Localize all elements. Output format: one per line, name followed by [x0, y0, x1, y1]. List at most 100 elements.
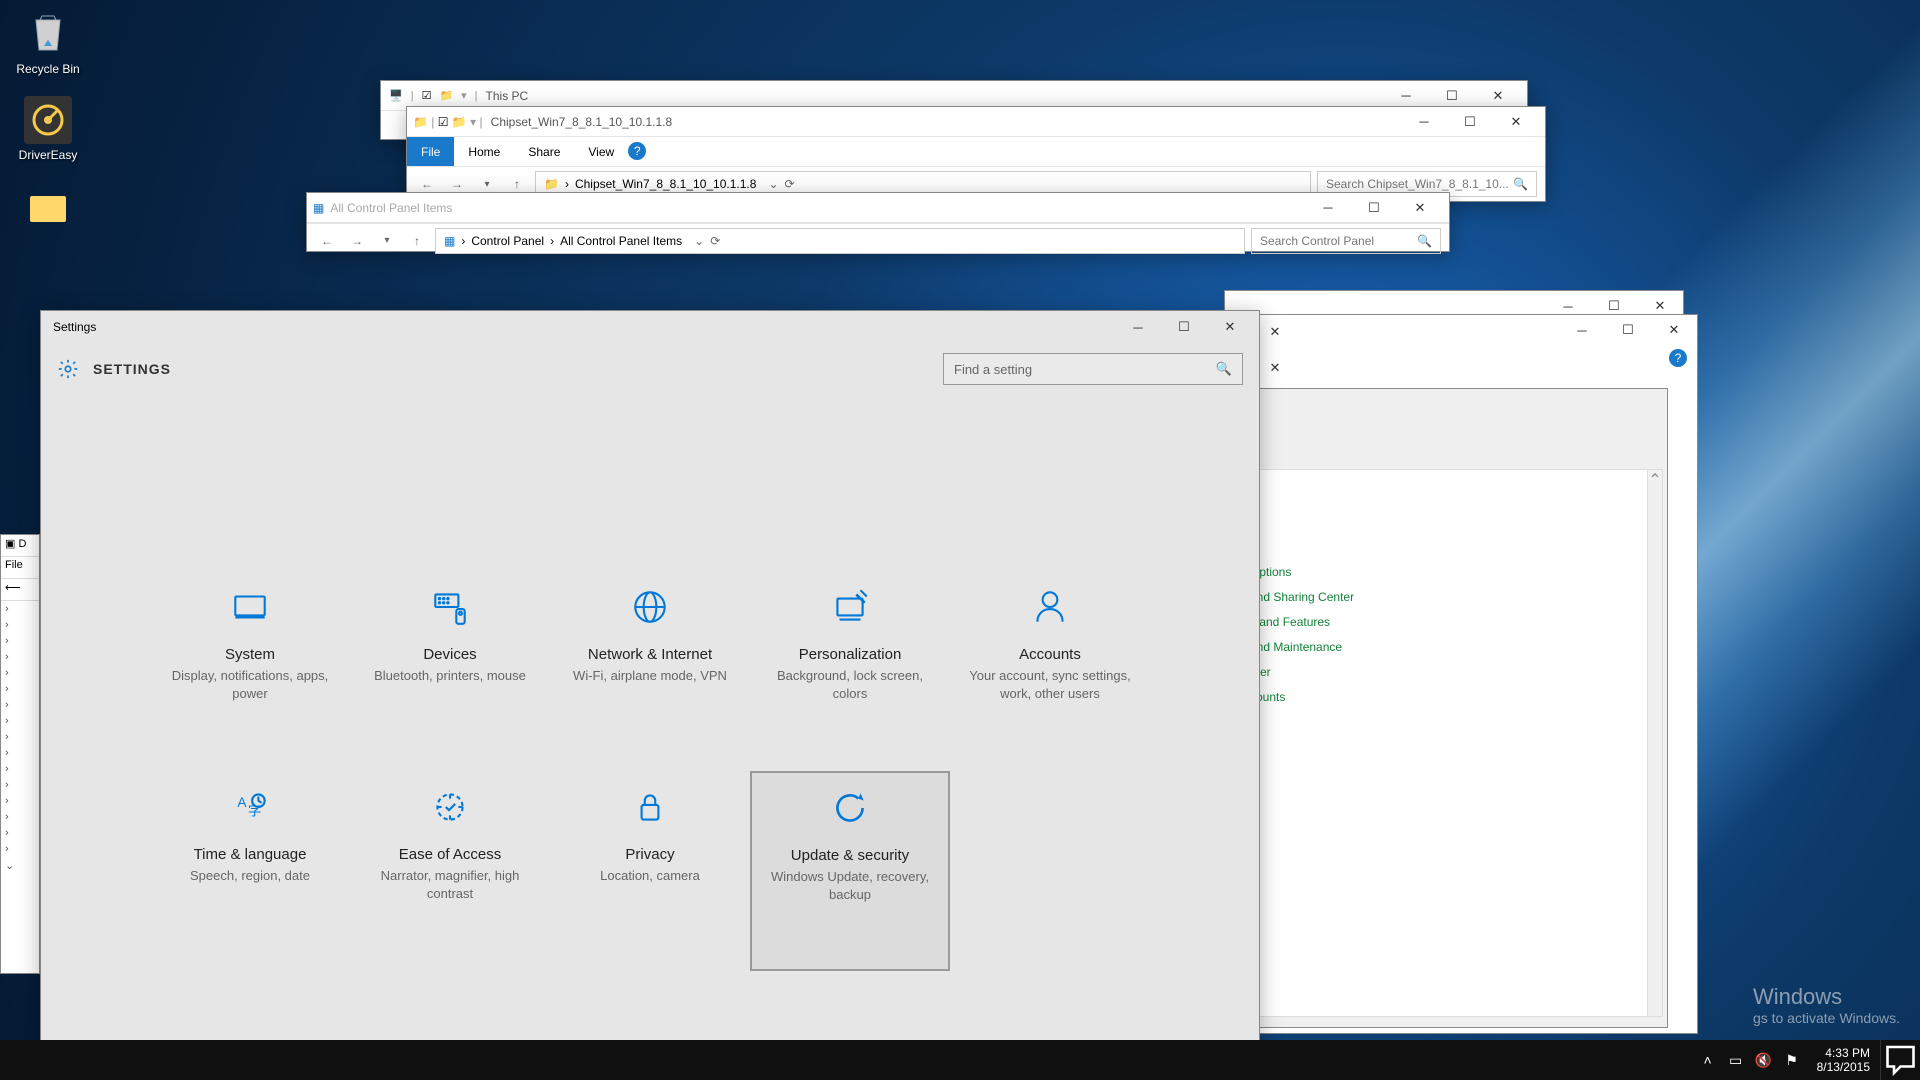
action-center-button[interactable] — [1880, 1040, 1920, 1080]
tile-title: Time & language — [194, 846, 307, 863]
activate-windows-watermark: Windows gs to activate Windows. — [1753, 984, 1900, 1026]
maximize-button[interactable]: ☐ — [1447, 107, 1493, 137]
cp-link[interactable]: and Maintenance — [1250, 635, 1354, 660]
tile-icon — [629, 786, 671, 828]
tree-view[interactable]: ››››››››››››››››⌄ — [1, 601, 39, 877]
help-icon[interactable]: ? — [628, 142, 646, 160]
minimize-button[interactable]: ─ — [1305, 193, 1351, 223]
close-button[interactable]: ✕ — [1397, 193, 1443, 223]
tab-view[interactable]: View — [574, 137, 628, 166]
taskbar[interactable]: ˄ ▭ 🔇 ⚑ 4:33 PM 8/13/2015 — [0, 1040, 1920, 1080]
tab-home[interactable]: Home — [454, 137, 514, 166]
window-control-panel[interactable]: ▦ All Control Panel Items ─ ☐ ✕ ← → ▾ ↑ … — [306, 192, 1450, 252]
cp-link[interactable]: nter — [1250, 660, 1354, 685]
refresh-icon[interactable]: ⟳ — [785, 177, 795, 191]
refresh-icon[interactable]: ⟳ — [710, 234, 720, 248]
breadcrumb[interactable]: Chipset_Win7_8_8.1_10_10.1.1.8 — [575, 177, 756, 191]
tile-title: Devices — [423, 646, 476, 663]
tile-title: Update & security — [791, 847, 909, 864]
minimize-button[interactable]: ─ — [1115, 312, 1161, 342]
tab-file[interactable]: File — [407, 137, 454, 166]
maximize-button[interactable]: ☐ — [1351, 193, 1397, 223]
cp-link[interactable]: Options — [1250, 560, 1354, 585]
minimize-button[interactable]: ─ — [1401, 107, 1447, 137]
help-icon[interactable]: ? — [1669, 349, 1687, 367]
folder-small-icon[interactable]: 📁 — [439, 89, 453, 102]
tile-title: Personalization — [799, 646, 902, 663]
page-title: SETTINGS — [93, 361, 171, 377]
desktop-icon-folder[interactable] — [10, 182, 86, 226]
recycle-bin-icon — [24, 10, 72, 58]
settings-tile-personalization[interactable]: PersonalizationBackground, lock screen, … — [750, 571, 950, 771]
folder-small-icon: 📁 — [413, 115, 428, 129]
tile-title: Accounts — [1019, 646, 1081, 663]
app-icon: ▣ — [5, 538, 15, 550]
settings-tile-time-language[interactable]: A字Time & languageSpeech, region, date — [150, 771, 350, 971]
close-button[interactable]: ✕ — [1207, 312, 1253, 342]
tile-icon — [429, 586, 471, 628]
dropdown-icon[interactable]: ⌄ — [768, 177, 778, 191]
minimize-button[interactable]: ─ — [1559, 315, 1605, 345]
settings-tile-privacy[interactable]: PrivacyLocation, camera — [550, 771, 750, 971]
nav-up[interactable]: ↑ — [405, 229, 429, 253]
tile-subtitle: Windows Update, recovery, backup — [770, 868, 930, 903]
tab-share[interactable]: Share — [514, 137, 574, 166]
tile-subtitle: Display, notifications, apps, power — [169, 667, 331, 702]
close-button[interactable]: ✕ — [1256, 356, 1294, 380]
settings-tile-ease-of-access[interactable]: Ease of AccessNarrator, magnifier, high … — [350, 771, 550, 971]
tray-flag-icon[interactable]: ⚑ — [1783, 1051, 1801, 1069]
scrollbar[interactable]: ⌃ — [1647, 469, 1663, 1017]
cp-link[interactable]: and Sharing Center — [1250, 585, 1354, 610]
close-button[interactable]: ✕ — [1493, 107, 1539, 137]
taskbar-clock[interactable]: 4:33 PM 8/13/2015 — [1807, 1046, 1880, 1075]
menu-file[interactable]: File — [1, 557, 39, 579]
dropdown-icon[interactable]: ⌄ — [694, 234, 704, 248]
tile-title: Network & Internet — [588, 646, 712, 663]
nav-forward[interactable]: → — [345, 229, 369, 253]
quick-access-toolbar: 🖥️ | ☑ 📁 ▾ | — [387, 89, 478, 102]
drivereasy-icon — [24, 96, 72, 144]
window-title: ▣ D — [1, 535, 39, 557]
desktop-icon-drivereasy[interactable]: DriverEasy — [10, 96, 86, 162]
settings-tile-network-internet[interactable]: Network & InternetWi-Fi, airplane mode, … — [550, 571, 750, 771]
tray-chevron-up-icon[interactable]: ˄ — [1699, 1051, 1717, 1069]
tray-network-icon[interactable]: ▭ — [1727, 1051, 1745, 1069]
tray-volume-icon[interactable]: 🔇 — [1755, 1051, 1773, 1069]
close-button[interactable]: ✕ — [1651, 315, 1697, 345]
close-button[interactable]: ✕ — [1256, 320, 1294, 344]
desktop-icon-recycle-bin[interactable]: Recycle Bin — [10, 10, 86, 76]
quick-access-toolbar: 📁 | ☑ 📁 ▾ | — [413, 115, 483, 129]
address-bar[interactable]: ▦ › Control Panel › All Control Panel It… — [435, 228, 1245, 254]
nav-recent[interactable]: ▾ — [375, 229, 399, 253]
nav-back[interactable]: ← — [315, 229, 339, 253]
settings-tile-accounts[interactable]: AccountsYour account, sync settings, wor… — [950, 571, 1150, 771]
settings-tile-devices[interactable]: DevicesBluetooth, printers, mouse — [350, 571, 550, 771]
breadcrumb[interactable]: Control Panel — [471, 234, 544, 248]
maximize-button[interactable]: ☐ — [1605, 315, 1651, 345]
checkbox-icon[interactable]: ☑ — [422, 89, 432, 102]
chevron-up-icon[interactable]: ⌃ — [1648, 470, 1662, 490]
cp-link[interactable]: counts — [1250, 685, 1354, 710]
icon-label: Recycle Bin — [10, 62, 86, 76]
window-explorer-chipset[interactable]: 📁 | ☑ 📁 ▾ | Chipset_Win7_8_8.1_10_10.1.1… — [406, 106, 1546, 202]
window-partial-left[interactable]: ▣ D File ⟵ ››››››››››››››››⌄ — [0, 534, 40, 974]
tile-icon — [229, 586, 271, 628]
tile-subtitle: Speech, region, date — [190, 867, 310, 885]
search-input[interactable]: Find a setting 🔍 — [943, 353, 1243, 385]
checkbox-icon[interactable]: ☑ — [438, 115, 449, 129]
monitor-icon: 🖥️ — [389, 89, 403, 102]
nav-back[interactable]: ⟵ — [1, 579, 39, 601]
settings-tile-system[interactable]: System Display, notifications, apps, powe… — [150, 571, 350, 771]
maximize-button[interactable]: ☐ — [1161, 312, 1207, 342]
window-settings[interactable]: Settings ─ ☐ ✕ SETTINGS Find a setting 🔍… — [40, 310, 1260, 1070]
search-input[interactable]: Search Control Panel 🔍 — [1251, 228, 1441, 254]
tile-title: System — [225, 646, 275, 663]
settings-tile-update-security[interactable]: Update & security Windows Update, recover… — [750, 771, 950, 971]
window-title: This PC — [486, 89, 529, 103]
cp-link[interactable]: s and Features — [1250, 610, 1354, 635]
tile-icon — [629, 586, 671, 628]
breadcrumb[interactable]: All Control Panel Items — [560, 234, 682, 248]
folder-small-icon[interactable]: 📁 — [452, 115, 467, 129]
tile-subtitle: Narrator, magnifier, high contrast — [369, 867, 531, 902]
icon-label: DriverEasy — [10, 148, 86, 162]
